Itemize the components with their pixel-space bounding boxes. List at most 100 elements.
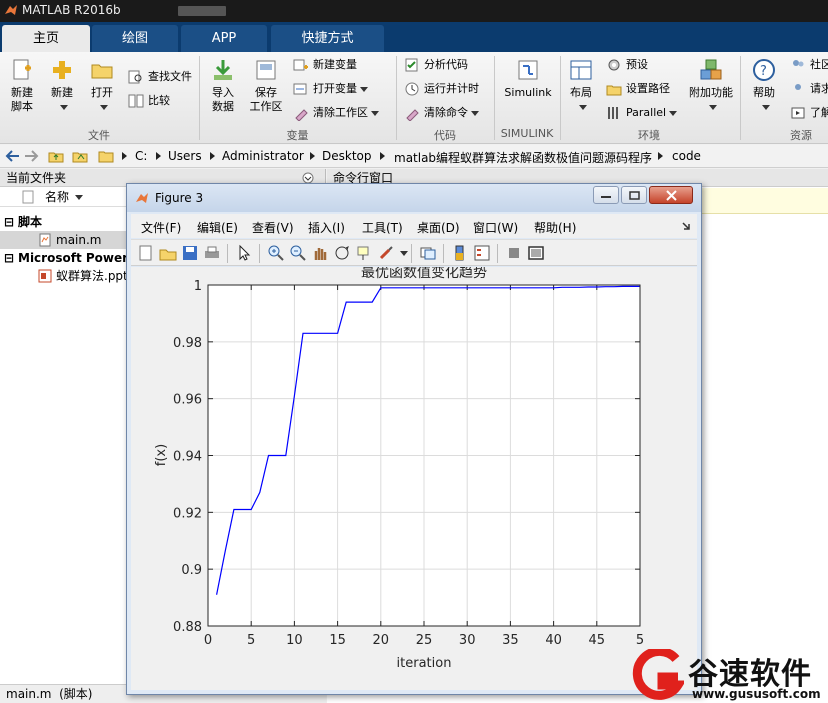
new-button[interactable]: 新建 — [46, 58, 78, 114]
figure-canvas: 0 5 10 15 20 25 30 35 40 45 5 0.88 0.9 0.92 0.94 0.96 0.… — [131, 267, 697, 690]
figure-title-bar[interactable]: Figure 3 — [127, 184, 701, 212]
addons-button[interactable]: 附加功能 — [688, 58, 734, 114]
print-icon[interactable] — [203, 244, 221, 262]
new-dropdown-icon — [59, 104, 68, 110]
new-label: 新建 — [51, 86, 73, 99]
menu-desktop[interactable]: 桌面(D) — [417, 219, 460, 236]
plot-axes[interactable]: 0 5 10 15 20 25 30 35 40 45 50.880.90.920.940.960.… — [131, 267, 697, 690]
save-icon[interactable] — [181, 244, 199, 262]
figure-window[interactable]: Figure 3 文件(F) 编辑(E) 查看(V) 插入(I) 工具(T) 桌… — [126, 183, 702, 695]
open-variable-button[interactable]: 打开变量 — [293, 80, 368, 98]
show-plot-tools-icon[interactable] — [527, 244, 545, 262]
zoom-out-icon[interactable] — [289, 244, 307, 262]
toolbar-separator — [443, 244, 444, 263]
clear-commands-button[interactable]: 清除命令 — [404, 104, 479, 122]
menu-insert[interactable]: 插入(I) — [308, 219, 345, 236]
toolbar-separator — [497, 244, 498, 263]
compare-icon — [128, 94, 144, 108]
parallel-button[interactable]: Parallel — [606, 104, 678, 122]
set-path-button[interactable]: 设置路径 — [606, 80, 670, 98]
close-button[interactable] — [649, 186, 693, 204]
open-file-icon[interactable] — [159, 244, 177, 262]
menu-window[interactable]: 窗口(W) — [473, 219, 518, 236]
menu-tools[interactable]: 工具(T) — [362, 219, 403, 236]
folder-icon — [98, 151, 114, 163]
collapse-icon[interactable]: ⊟ — [4, 213, 14, 231]
tab-plots[interactable]: 绘图 — [92, 25, 178, 52]
pointer-icon[interactable] — [235, 244, 253, 262]
breadcrumb-code[interactable]: code — [672, 149, 701, 163]
clear-commands-dropdown-icon — [471, 110, 479, 116]
breadcrumb-desktop[interactable]: Desktop — [322, 149, 372, 163]
menu-file[interactable]: 文件(F) — [141, 219, 181, 236]
browse-folder-icon[interactable] — [72, 149, 88, 163]
open-button[interactable]: 打开 — [86, 58, 118, 114]
analyze-code-icon — [405, 58, 418, 72]
save-workspace-button[interactable]: 保存 工作区 — [246, 58, 286, 114]
breadcrumb-separator — [380, 152, 385, 160]
menu-edit[interactable]: 编辑(E) — [197, 219, 238, 236]
new-script-icon — [13, 59, 31, 80]
clear-workspace-label: 清除工作区 — [313, 106, 368, 119]
run-and-time-button[interactable]: 运行并计时 — [404, 80, 479, 98]
tab-shortcuts[interactable]: 快捷方式 — [271, 25, 384, 52]
import-data-button[interactable]: 导入 数据 — [206, 58, 240, 114]
layout-button[interactable]: 布局 — [566, 58, 596, 114]
dock-arrow-icon[interactable] — [681, 221, 691, 231]
rotate-3d-icon[interactable] — [333, 244, 351, 262]
breadcrumb-users[interactable]: Users — [168, 149, 202, 163]
request-support-button[interactable]: 请求 — [790, 80, 828, 98]
pan-hand-icon[interactable] — [311, 244, 329, 262]
new-variable-button[interactable]: 新建变量 — [293, 56, 357, 74]
compare-button[interactable]: 比较 — [128, 92, 170, 110]
y-tick-label: 0.9 — [181, 563, 202, 578]
community-label: 社区 — [810, 58, 828, 71]
analyze-code-button[interactable]: 分析代码 — [404, 56, 468, 74]
brush-dropdown-icon[interactable] — [400, 251, 408, 256]
file-column-icon — [22, 190, 34, 204]
tab-home[interactable]: 主页 — [2, 25, 90, 52]
parallel-label: Parallel — [626, 106, 667, 119]
colorbar-icon[interactable] — [451, 244, 469, 262]
data-cursor-icon[interactable] — [355, 244, 373, 262]
zoom-in-icon[interactable] — [267, 244, 285, 262]
tab-apps[interactable]: APP — [181, 25, 267, 52]
breadcrumb-administrator[interactable]: Administrator — [222, 149, 304, 163]
community-button[interactable]: 社区 — [790, 56, 828, 74]
x-tick-label: 20 — [373, 633, 390, 648]
collapse-icon[interactable]: ⊟ — [4, 249, 14, 267]
import-data-label: 导入 数据 — [212, 86, 234, 113]
forward-arrow-icon[interactable] — [24, 149, 40, 163]
minimize-button[interactable] — [593, 186, 619, 204]
new-figure-icon[interactable] — [137, 244, 155, 262]
legend-icon[interactable] — [473, 244, 491, 262]
clear-workspace-button[interactable]: 清除工作区 — [293, 104, 379, 122]
link-plot-icon[interactable] — [419, 244, 437, 262]
help-button[interactable]: ? 帮助 — [748, 58, 780, 114]
menu-help[interactable]: 帮助(H) — [534, 219, 576, 236]
new-script-button[interactable]: 新建 脚本 — [6, 58, 38, 114]
hide-plot-tools-icon[interactable] — [505, 244, 523, 262]
back-arrow-icon[interactable] — [4, 149, 20, 163]
addons-label: 附加功能 — [689, 86, 733, 99]
maximize-button[interactable] — [621, 186, 647, 204]
help-dropdown-icon — [761, 104, 770, 110]
name-column-header[interactable]: 名称 — [45, 187, 69, 207]
figure-toolbar — [131, 239, 697, 266]
y-tick-label: 0.94 — [173, 450, 202, 465]
learn-button[interactable]: 了解 — [790, 104, 828, 122]
up-folder-icon[interactable] — [48, 149, 64, 163]
breadcrumb-separator — [210, 152, 215, 160]
find-files-button[interactable]: 查找文件 — [128, 68, 192, 86]
learn-icon — [791, 107, 805, 119]
compare-label: 比较 — [148, 94, 170, 107]
simulink-button[interactable]: Simulink — [502, 58, 554, 100]
breadcrumb-c[interactable]: C: — [135, 149, 147, 163]
menu-view[interactable]: 查看(V) — [252, 219, 294, 236]
sort-icon — [75, 195, 83, 200]
set-path-label: 设置路径 — [626, 82, 670, 95]
parallel-icon — [608, 107, 618, 119]
breadcrumb-project-folder[interactable]: matlab编程蚁群算法求解函数极值问题源码程序 — [394, 149, 652, 166]
preferences-button[interactable]: 预设 — [606, 56, 648, 74]
brush-icon[interactable] — [377, 244, 395, 262]
